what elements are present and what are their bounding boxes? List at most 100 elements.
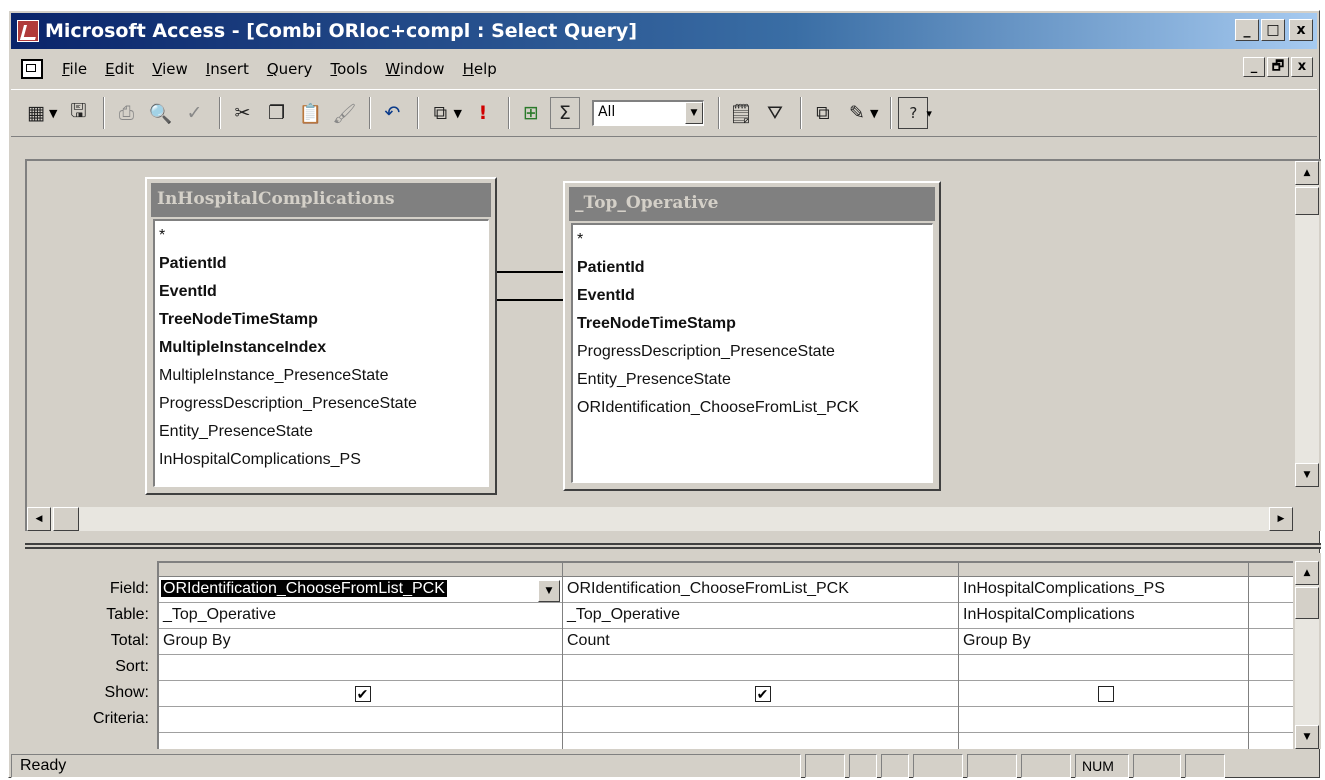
scroll-left-icon[interactable]: ◀ <box>27 507 51 531</box>
show-cell[interactable]: ✔ <box>563 681 958 707</box>
title-bar[interactable]: Microsoft Access - [Combi ORloc+compl : … <box>11 13 1317 49</box>
combo-dropdown-icon[interactable]: ▼ <box>684 102 703 124</box>
sort-cell[interactable] <box>1249 655 1293 681</box>
properties-icon[interactable]: 🗒 <box>726 97 756 129</box>
show-checkbox-checked[interactable]: ✔ <box>354 685 371 702</box>
total-cell[interactable]: Group By <box>159 629 562 655</box>
sort-cell[interactable] <box>563 655 958 681</box>
grid-column[interactable]: ORIdentification_ChooseFromList_PCK _Top… <box>159 563 563 749</box>
grid-column[interactable]: ORIdentification_ChooseFromList_PCK _Top… <box>563 563 959 749</box>
paste-icon[interactable]: 📋 <box>295 97 325 129</box>
field-item[interactable]: PatientId <box>577 255 928 283</box>
maximize-button[interactable]: □ <box>1261 19 1285 41</box>
show-cell[interactable] <box>1249 681 1293 707</box>
table-title[interactable]: InHospitalComplications <box>151 183 491 217</box>
field-cell[interactable]: ORIdentification_ChooseFromList_PCK <box>563 577 958 603</box>
scroll-thumb[interactable] <box>53 507 79 531</box>
print-icon[interactable]: ⎙ <box>111 97 141 129</box>
table-inhospitalcomplications[interactable]: InHospitalComplications * PatientId Even… <box>145 177 497 495</box>
field-item[interactable]: ProgressDescription_PresenceState <box>577 339 928 367</box>
scroll-up-icon[interactable]: ▲ <box>1295 161 1319 185</box>
menu-file[interactable]: File <box>53 60 96 78</box>
field-item[interactable]: ProgressDescription_PresenceState <box>159 391 484 419</box>
show-table-icon[interactable]: ⊞ <box>516 97 546 129</box>
criteria-cell[interactable] <box>563 707 958 733</box>
doc-close-button[interactable]: x <box>1291 57 1313 77</box>
new-object-dropdown-icon[interactable]: ▼ <box>870 107 878 120</box>
build-icon[interactable]: ⛛ <box>760 97 790 129</box>
field-item[interactable]: TreeNodeTimeStamp <box>159 307 484 335</box>
field-item[interactable]: PatientId <box>159 251 484 279</box>
query-design-grid[interactable]: ORIdentification_ChooseFromList_PCK _Top… <box>157 561 1293 749</box>
field-item[interactable]: ORIdentification_ChooseFromList_PCK <box>577 395 928 423</box>
show-checkbox-unchecked[interactable] <box>1097 685 1114 702</box>
field-cell[interactable]: ORIdentification_ChooseFromList_PCK <box>159 577 562 603</box>
database-window-icon[interactable]: ⧉ <box>808 97 838 129</box>
scroll-down-icon[interactable]: ▼ <box>1295 463 1319 487</box>
table-cell[interactable]: _Top_Operative <box>159 603 562 629</box>
save-icon[interactable]: 🖫 <box>63 97 93 129</box>
menu-window[interactable]: Window <box>376 60 453 78</box>
join-line[interactable] <box>497 271 563 273</box>
table-top-operative[interactable]: _Top_Operative * PatientId EventId TreeN… <box>563 181 941 491</box>
top-values-combo[interactable]: All ▼ <box>591 100 704 126</box>
scroll-right-icon[interactable]: ▶ <box>1269 507 1293 531</box>
total-cell[interactable]: Count <box>563 629 958 655</box>
scroll-up-icon[interactable]: ▲ <box>1295 561 1319 585</box>
minimize-button[interactable]: _ <box>1235 19 1259 41</box>
total-cell[interactable] <box>1249 629 1293 655</box>
query-type-icon[interactable]: ⧉ <box>425 97 455 129</box>
field-cell[interactable]: InHospitalComplications_PS <box>959 577 1248 603</box>
pane-splitter[interactable] <box>25 543 1321 549</box>
column-selector[interactable] <box>159 563 562 577</box>
field-dropdown-icon[interactable]: ▼ <box>538 580 560 602</box>
field-item[interactable]: * <box>159 223 484 251</box>
query-document-icon[interactable] <box>21 59 43 79</box>
run-icon[interactable]: ! <box>468 97 498 129</box>
column-selector[interactable] <box>1249 563 1293 577</box>
field-item[interactable]: Entity_PresenceState <box>159 419 484 447</box>
grid-column[interactable] <box>1249 563 1293 749</box>
spelling-icon[interactable]: ✓ <box>179 97 209 129</box>
menu-insert[interactable]: Insert <box>197 60 258 78</box>
table-cell[interactable]: _Top_Operative <box>563 603 958 629</box>
print-preview-icon[interactable]: 🔍 <box>145 97 175 129</box>
doc-restore-button[interactable]: 🗗 <box>1267 57 1289 77</box>
show-cell[interactable]: ✔ <box>159 681 562 707</box>
undo-icon[interactable]: ↶ <box>377 97 407 129</box>
scroll-thumb[interactable] <box>1295 187 1319 215</box>
menu-view[interactable]: View <box>143 60 197 78</box>
scroll-thumb[interactable] <box>1295 587 1319 619</box>
table-pane-vertical-scrollbar[interactable]: ▲ ▼ <box>1295 161 1319 487</box>
field-item[interactable]: InHospitalComplications_PS <box>159 447 484 475</box>
access-app-icon[interactable] <box>17 20 39 42</box>
table-title[interactable]: _Top_Operative <box>569 187 935 221</box>
close-button[interactable]: x <box>1289 19 1313 41</box>
menu-help[interactable]: Help <box>454 60 506 78</box>
menu-tools[interactable]: Tools <box>321 60 376 78</box>
table-cell[interactable]: InHospitalComplications <box>959 603 1248 629</box>
show-checkbox-checked[interactable]: ✔ <box>754 685 771 702</box>
doc-minimize-button[interactable]: _ <box>1243 57 1265 77</box>
field-item[interactable]: Entity_PresenceState <box>577 367 928 395</box>
query-type-dropdown-icon[interactable]: ▼ <box>453 107 461 120</box>
criteria-cell[interactable] <box>1249 707 1293 733</box>
field-cell[interactable] <box>1249 577 1293 603</box>
grid-column[interactable]: InHospitalComplications_PS InHospitalCom… <box>959 563 1249 749</box>
field-list[interactable]: * PatientId EventId TreeNodeTimeStamp Mu… <box>153 219 489 487</box>
show-cell[interactable] <box>959 681 1248 707</box>
field-list[interactable]: * PatientId EventId TreeNodeTimeStamp Pr… <box>571 223 933 483</box>
field-item[interactable]: EventId <box>159 279 484 307</box>
grid-vertical-scrollbar[interactable]: ▲ ▼ <box>1295 561 1319 749</box>
column-selector[interactable] <box>563 563 958 577</box>
column-selector[interactable] <box>959 563 1248 577</box>
field-item[interactable]: MultipleInstance_PresenceState <box>159 363 484 391</box>
total-cell[interactable]: Group By <box>959 629 1248 655</box>
copy-icon[interactable]: ❐ <box>261 97 291 129</box>
table-pane-horizontal-scrollbar[interactable]: ◀ ▶ <box>27 507 1293 531</box>
sort-cell[interactable] <box>159 655 562 681</box>
field-item[interactable]: * <box>577 227 928 255</box>
view-dropdown-icon[interactable]: ▼ <box>49 107 57 120</box>
criteria-cell[interactable] <box>959 707 1248 733</box>
criteria-cell[interactable] <box>159 707 562 733</box>
